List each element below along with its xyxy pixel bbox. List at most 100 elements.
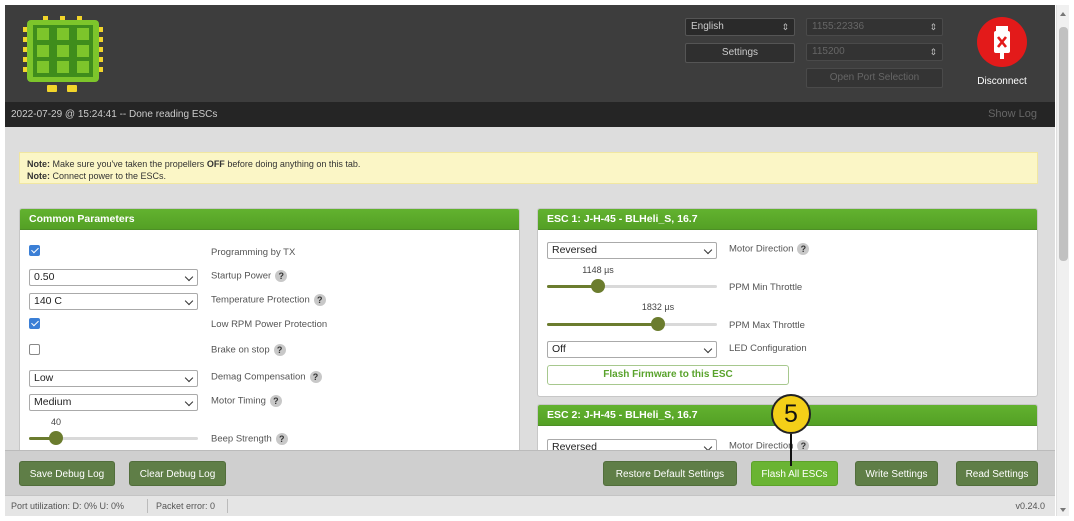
motor-direction-value: Reversed: [552, 441, 597, 450]
motor-direction-select[interactable]: Reversed: [547, 242, 717, 259]
note-prefix: Note:: [27, 171, 50, 181]
note-text: before doing anything on this tab.: [224, 159, 361, 169]
header-bar: English ⇕ Settings 1155:22336 ⇕ 115200 ⇕…: [5, 5, 1055, 102]
motor-direction-value: Reversed: [552, 244, 597, 256]
scrollbar-thumb[interactable]: [1059, 27, 1068, 261]
scroll-down-icon[interactable]: [1060, 508, 1066, 512]
chevron-down-icon: [184, 373, 194, 383]
help-icon[interactable]: ?: [797, 243, 810, 255]
write-settings-button[interactable]: Write Settings: [855, 461, 938, 486]
save-debug-log-button[interactable]: Save Debug Log: [19, 461, 115, 486]
startup-power-select[interactable]: 0.50: [29, 269, 198, 286]
ppm-max-value: 1832 µs: [641, 302, 675, 312]
app-window: English ⇕ Settings 1155:22336 ⇕ 115200 ⇕…: [5, 5, 1055, 516]
help-icon[interactable]: ?: [313, 294, 326, 306]
disconnect-button[interactable]: Disconnect: [967, 17, 1037, 97]
note-off-emphasis: OFF: [206, 159, 225, 169]
log-status-bar: 2022-07-29 @ 15:24:41 -- Done reading ES…: [5, 102, 1055, 127]
language-select[interactable]: English ⇕: [685, 18, 795, 36]
chevron-down-icon: [184, 296, 194, 306]
demag-compensation-select[interactable]: Low: [29, 370, 198, 387]
help-icon[interactable]: ?: [275, 433, 288, 445]
ppm-min-throttle-label: PPM Min Throttle: [729, 282, 803, 293]
ppm-min-throttle-slider[interactable]: [547, 279, 717, 293]
help-icon[interactable]: ?: [275, 270, 288, 282]
led-configuration-select[interactable]: Off: [547, 341, 717, 358]
step-pointer-line: [790, 434, 792, 466]
motor-direction-label: Motor Direction?: [729, 243, 810, 256]
warning-note: Note: Make sure you've taken the propell…: [19, 152, 1038, 184]
startup-power-label: Startup Power?: [211, 270, 288, 283]
help-icon[interactable]: ?: [797, 440, 810, 450]
motor-direction-select[interactable]: Reversed: [547, 439, 717, 450]
brake-on-stop-checkbox[interactable]: [29, 344, 40, 355]
motor-direction-label: Motor Direction?: [729, 440, 810, 450]
beep-strength-slider[interactable]: [29, 431, 198, 445]
status-footer: Port utilization: D: 0% U: 0% Packet err…: [5, 495, 1055, 516]
clear-debug-log-button[interactable]: Clear Debug Log: [129, 461, 226, 486]
demag-compensation-value: Low: [34, 372, 54, 384]
temperature-protection-select[interactable]: 140 C: [29, 293, 198, 310]
updown-icon: ⇕: [781, 22, 789, 32]
ppm-max-throttle-slider[interactable]: [547, 317, 717, 331]
show-log-link[interactable]: Show Log: [988, 102, 1037, 127]
help-icon[interactable]: ?: [309, 371, 322, 383]
chevron-down-icon: [703, 344, 713, 354]
help-icon[interactable]: ?: [273, 344, 286, 356]
bottom-toolbar: Save Debug Log Clear Debug Log Restore D…: [5, 450, 1055, 495]
slider-thumb[interactable]: [591, 279, 605, 293]
language-select-value: English: [691, 21, 724, 32]
low-rpm-power-protection-checkbox[interactable]: [29, 318, 40, 329]
updown-icon: ⇕: [929, 22, 937, 32]
note-text: Connect power to the ESCs.: [50, 171, 167, 181]
port-utilization: Port utilization: D: 0% U: 0%: [11, 501, 125, 511]
chevron-down-icon: [184, 272, 194, 282]
temperature-protection-value: 140 C: [34, 295, 63, 307]
vertical-scrollbar[interactable]: [1056, 5, 1069, 516]
temperature-protection-label: Temperature Protection?: [211, 294, 326, 307]
motor-timing-label: Motor Timing?: [211, 395, 282, 408]
note-text: Make sure you've taken the propellers: [50, 159, 207, 169]
port-select[interactable]: 1155:22336 ⇕: [806, 18, 943, 36]
programming-by-tx-checkbox[interactable]: [29, 245, 40, 256]
programming-by-tx-label: Programming by TX: [211, 247, 296, 258]
version-label: v0.24.0: [1015, 501, 1045, 511]
led-configuration-label: LED Configuration: [729, 343, 807, 354]
baud-select-value: 115200: [812, 46, 845, 57]
startup-power-value: 0.50: [34, 271, 55, 283]
usb-disconnect-icon: [977, 17, 1027, 67]
led-configuration-value: Off: [552, 343, 566, 355]
beep-strength-value: 40: [50, 417, 62, 427]
brake-on-stop-label: Brake on stop?: [211, 344, 286, 357]
step-badge: 5: [771, 394, 811, 434]
open-port-selection-button[interactable]: Open Port Selection: [806, 68, 943, 88]
chevron-down-icon: [703, 442, 713, 450]
baud-select[interactable]: 115200 ⇕: [806, 43, 943, 61]
help-icon[interactable]: ?: [269, 395, 282, 407]
read-settings-button[interactable]: Read Settings: [956, 461, 1038, 486]
settings-button[interactable]: Settings: [685, 43, 795, 63]
esc1-panel: ESC 1: J-H-45 - BLHeli_S, 16.7 Reversed …: [537, 208, 1038, 397]
slider-thumb[interactable]: [49, 431, 63, 445]
esc-board-logo-icon: [23, 16, 103, 92]
common-parameters-panel: Common Parameters Programming by TX 0.50…: [19, 208, 520, 450]
motor-timing-select[interactable]: Medium: [29, 394, 198, 411]
esc-tab-content: Note: Make sure you've taken the propell…: [5, 127, 1055, 450]
note-prefix: Note:: [27, 159, 50, 169]
flash-all-escs-button[interactable]: Flash All ESCs: [751, 461, 838, 486]
chevron-down-icon: [703, 245, 713, 255]
scroll-up-icon[interactable]: [1060, 12, 1066, 16]
disconnect-label: Disconnect: [977, 76, 1027, 87]
flash-firmware-esc-button[interactable]: Flash Firmware to this ESC: [547, 365, 789, 385]
chevron-down-icon: [184, 397, 194, 407]
beep-strength-label: Beep Strength?: [211, 433, 288, 446]
slider-thumb[interactable]: [651, 317, 665, 331]
packet-error: Packet error: 0: [156, 501, 216, 511]
restore-default-settings-button[interactable]: Restore Default Settings: [603, 461, 737, 486]
low-rpm-power-protection-label: Low RPM Power Protection: [211, 319, 328, 330]
updown-icon: ⇕: [929, 47, 937, 57]
ppm-min-value: 1148 µs: [582, 265, 614, 275]
panel-title: Common Parameters: [20, 209, 519, 230]
ppm-max-throttle-label: PPM Max Throttle: [729, 320, 805, 331]
panel-title: ESC 1: J-H-45 - BLHeli_S, 16.7: [538, 209, 1037, 230]
